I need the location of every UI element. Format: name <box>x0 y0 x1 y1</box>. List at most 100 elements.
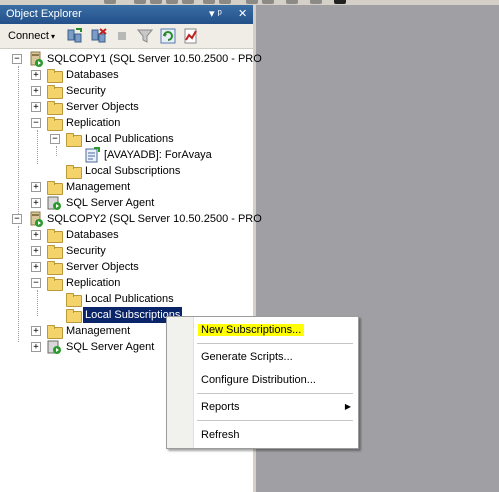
folder-icon <box>47 69 63 83</box>
tree-node-server-sqlcopy2[interactable]: − SQLCOPY2 (SQL Server 10.50.2500 - PRO <box>0 211 262 227</box>
node-label: Management <box>66 181 131 193</box>
menu-separator <box>197 343 353 344</box>
agent-icon <box>47 340 61 354</box>
node-label: Server Objects <box>66 261 139 273</box>
menu-item-configure-distribution[interactable]: Configure Distribution... <box>201 372 316 388</box>
tree-node-local-publications[interactable]: Local Publications <box>0 291 253 307</box>
expand-icon[interactable]: + <box>31 182 41 192</box>
expand-icon[interactable]: + <box>31 246 41 256</box>
node-label: Replication <box>66 277 121 289</box>
toolbar-icon[interactable] <box>286 0 298 4</box>
menu-item-reports[interactable]: Reports ▶ <box>201 399 351 415</box>
agent-icon <box>47 196 61 210</box>
connect-button[interactable]: Connect ▾ <box>8 30 55 42</box>
node-label: SQL Server Agent <box>66 197 155 209</box>
toolbar-icon[interactable] <box>310 0 322 4</box>
folder-icon <box>47 85 63 99</box>
expand-icon[interactable]: + <box>31 198 41 208</box>
tree-node-replication[interactable]: − Replication <box>0 115 253 131</box>
menu-item-label: Configure Distribution... <box>201 374 316 386</box>
folder-icon <box>47 325 63 339</box>
collapse-icon[interactable]: − <box>31 118 41 128</box>
server-label: SQLCOPY2 (SQL Server 10.50.2500 - PRO <box>47 213 262 225</box>
toolbar-icon[interactable] <box>219 0 231 4</box>
disconnect-icon[interactable] <box>91 28 107 44</box>
menu-separator <box>197 420 353 421</box>
toolbar-icon[interactable] <box>262 0 274 4</box>
node-label: [AVAYADB]: ForAvaya <box>104 149 212 161</box>
submenu-arrow-icon: ▶ <box>344 402 351 411</box>
toolbar-icon[interactable] <box>246 0 258 4</box>
tree-node-sql-server-agent[interactable]: + SQL Server Agent <box>0 195 253 211</box>
node-label: Local Publications <box>85 293 174 305</box>
server-label: SQLCOPY1 (SQL Server 10.50.2500 - PRO <box>47 53 262 65</box>
tree-node-server-sqlcopy1[interactable]: − SQLCOPY1 (SQL Server 10.50.2500 - PRO <box>0 51 262 67</box>
folder-icon <box>47 261 63 275</box>
node-label: Replication <box>66 117 121 129</box>
explorer-toolbar: Connect ▾ <box>0 24 253 49</box>
tree-node-security[interactable]: + Security <box>0 83 253 99</box>
toolbar-icon[interactable] <box>104 0 116 4</box>
chevron-down-icon[interactable]: ▾ <box>51 32 55 41</box>
node-label: Local Publications <box>85 133 174 145</box>
folder-icon <box>66 293 82 307</box>
folder-icon <box>47 229 63 243</box>
toolbar-icon[interactable] <box>334 0 346 4</box>
expand-icon[interactable]: + <box>31 326 41 336</box>
toolbar-icon[interactable] <box>134 0 146 4</box>
object-explorer-titlebar: Object Explorer ▾ ᵖ ✕ <box>0 5 253 24</box>
node-label: Databases <box>66 229 119 241</box>
expand-icon[interactable]: + <box>31 70 41 80</box>
node-label: Security <box>66 85 106 97</box>
expand-icon[interactable]: + <box>31 262 41 272</box>
expand-icon[interactable]: + <box>31 342 41 352</box>
menu-item-label: Refresh <box>201 429 240 441</box>
folder-icon <box>47 181 63 195</box>
menu-item-generate-scripts[interactable]: Generate Scripts... <box>201 349 293 365</box>
menu-item-label: Generate Scripts... <box>201 351 293 363</box>
folder-icon <box>47 245 63 259</box>
tree-node-server-objects[interactable]: + Server Objects <box>0 259 253 275</box>
toolbar-icon[interactable] <box>150 0 162 4</box>
collapse-icon[interactable]: − <box>12 214 22 224</box>
publication-icon <box>85 147 100 163</box>
collapse-icon[interactable]: − <box>12 54 22 64</box>
node-label: Management <box>66 325 131 337</box>
menu-item-label: New Subscriptions... <box>198 324 305 336</box>
connect-object-explorer-icon[interactable] <box>67 28 83 44</box>
close-icon[interactable]: ✕ <box>238 7 247 20</box>
tree-node-publication[interactable]: [AVAYADB]: ForAvaya <box>0 147 253 163</box>
context-menu: New Subscriptions... Generate Scripts...… <box>166 316 359 449</box>
folder-icon <box>47 277 63 291</box>
expand-icon[interactable]: + <box>31 86 41 96</box>
folder-icon <box>47 101 63 115</box>
activity-monitor-icon[interactable] <box>183 28 199 44</box>
collapse-icon[interactable]: − <box>50 134 60 144</box>
refresh-icon[interactable] <box>160 28 176 44</box>
tree-node-local-subscriptions[interactable]: Local Subscriptions <box>0 163 253 179</box>
menu-icon-gutter <box>167 317 194 448</box>
connect-label: Connect <box>8 30 49 42</box>
tree-node-databases[interactable]: + Databases <box>0 227 253 243</box>
menu-item-refresh[interactable]: Refresh <box>201 427 240 443</box>
tree-node-management[interactable]: + Management <box>0 179 253 195</box>
filter-icon[interactable] <box>137 28 153 44</box>
node-label: Server Objects <box>66 101 139 113</box>
toolbar-icon[interactable] <box>203 0 215 4</box>
stop-icon[interactable] <box>114 28 130 44</box>
tree-node-security[interactable]: + Security <box>0 243 253 259</box>
menu-separator <box>197 393 353 394</box>
expand-icon[interactable]: + <box>31 102 41 112</box>
tree-node-replication[interactable]: − Replication <box>0 275 253 291</box>
expand-icon[interactable]: + <box>31 230 41 240</box>
server-icon <box>30 51 43 67</box>
pin-icon[interactable]: ▾ ᵖ <box>209 7 222 20</box>
tree-node-local-publications[interactable]: − Local Publications <box>0 131 253 147</box>
tree-node-server-objects[interactable]: + Server Objects <box>0 99 253 115</box>
menu-item-new-subscriptions[interactable]: New Subscriptions... <box>198 322 305 338</box>
collapse-icon[interactable]: − <box>31 278 41 288</box>
toolbar-icon[interactable] <box>182 0 194 4</box>
server-icon <box>30 211 43 227</box>
toolbar-icon[interactable] <box>166 0 178 4</box>
tree-node-databases[interactable]: + Databases <box>0 67 253 83</box>
